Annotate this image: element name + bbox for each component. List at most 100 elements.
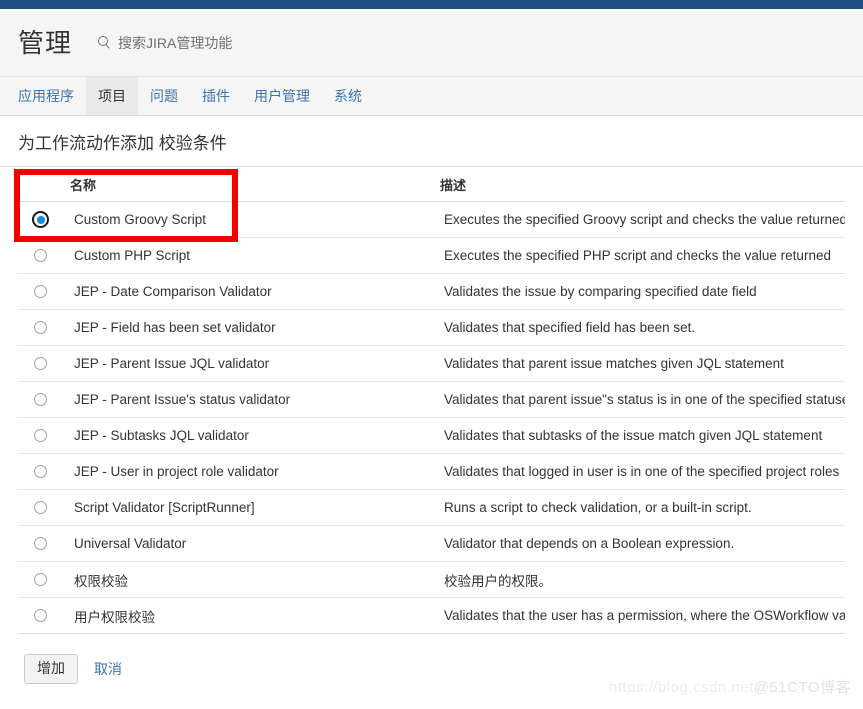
page-title: 为工作流动作添加 校验条件 (18, 134, 227, 153)
validator-radio-cell (18, 561, 70, 599)
validator-description: Validates that logged in user is in one … (444, 464, 840, 480)
table-header-row: 名称 描述 (18, 167, 845, 203)
validator-description: Validator that depends on a Boolean expr… (444, 536, 735, 552)
validator-description-cell: Executes the specified PHP script and ch… (440, 237, 845, 275)
validator-name: JEP - Date Comparison Validator (74, 284, 272, 300)
validators-table-body: Custom Groovy Script Executes the specifi… (18, 201, 845, 635)
validator-description-cell: Validates the issue by comparing specifi… (440, 273, 845, 311)
tab-addons[interactable]: 插件 (190, 77, 242, 115)
table-row[interactable]: JEP - Subtasks JQL validator Validates th… (18, 417, 845, 455)
page-title-section: 为工作流动作添加 校验条件 (0, 116, 863, 168)
validator-name-cell: Script Validator [ScriptRunner] (70, 489, 440, 527)
table-row[interactable]: 用户权限校验 Validates that the user has a perm… (18, 597, 845, 635)
validator-name: Universal Validator (74, 536, 187, 552)
validator-name-cell: 权限校验 (70, 561, 440, 599)
validator-radio-cell (18, 417, 70, 455)
validator-radio-cell (18, 597, 70, 635)
validator-description: Validates that subtasks of the issue mat… (444, 428, 823, 444)
validator-description: Validates that parent issue"s status is … (444, 392, 845, 408)
watermark-tag: @51CTO博客 (753, 679, 851, 696)
validator-name: 权限校验 (74, 573, 128, 589)
validator-description-cell: Runs a script to check validation, or a … (440, 489, 845, 527)
validator-name-cell: JEP - Field has been set validator (70, 309, 440, 347)
radio-icon[interactable] (34, 465, 47, 479)
tab-user-management[interactable]: 用户管理 (242, 77, 322, 115)
validator-radio-cell (18, 345, 70, 383)
validator-name: JEP - Field has been set validator (74, 320, 276, 336)
radio-icon[interactable] (34, 537, 47, 551)
validator-description-cell: Validates that parent issue matches give… (440, 345, 845, 383)
validator-name-cell: Custom PHP Script (70, 237, 440, 275)
add-button[interactable]: 增加 (24, 654, 78, 684)
validator-description-cell: Executes the specified Groovy script and… (440, 201, 845, 239)
validator-description-cell: Validates that subtasks of the issue mat… (440, 417, 845, 455)
validator-name: JEP - Parent Issue JQL validator (74, 356, 270, 372)
validator-radio-cell (18, 381, 70, 419)
validator-name: JEP - Parent Issue's status validator (74, 392, 291, 408)
validator-description: Validates that the user has a permission… (444, 608, 845, 624)
validator-radio-cell (18, 489, 70, 527)
validator-radio-cell (18, 453, 70, 491)
validator-name-cell: JEP - User in project role validator (70, 453, 440, 491)
admin-header: 管理 搜索JIRA管理功能 (0, 9, 863, 77)
tab-applications[interactable]: 应用程序 (6, 77, 86, 115)
validator-name: Script Validator [ScriptRunner] (74, 500, 255, 516)
search-icon (98, 36, 111, 49)
validator-description: Executes the specified Groovy script and… (444, 212, 845, 228)
validator-name-cell: JEP - Subtasks JQL validator (70, 417, 440, 455)
validator-name: JEP - User in project role validator (74, 464, 279, 480)
tab-projects[interactable]: 项目 (86, 77, 138, 115)
validator-description: 校验用户的权限。 (444, 573, 552, 589)
validator-name: Custom Groovy Script (74, 212, 207, 228)
watermark: https://blog.csdn.net@51CTO博客 (609, 676, 851, 697)
admin-nav-tabs: 应用程序 项目 问题 插件 用户管理 系统 (0, 77, 863, 116)
validator-name: JEP - Subtasks JQL validator (74, 428, 249, 444)
radio-icon[interactable] (34, 609, 47, 623)
radio-icon[interactable] (34, 573, 47, 587)
validator-name-cell: Universal Validator (70, 525, 440, 563)
validator-radio-cell (18, 237, 70, 275)
table-row[interactable]: JEP - Field has been set validator Valida… (18, 309, 845, 347)
validator-radio-cell (18, 201, 70, 239)
table-row[interactable]: Universal Validator Validator that depend… (18, 525, 845, 563)
table-row[interactable]: JEP - User in project role validator Vali… (18, 453, 845, 491)
radio-icon[interactable] (34, 249, 47, 263)
table-row[interactable]: 权限校验 校验用户的权限。 (18, 561, 845, 599)
table-row[interactable]: Script Validator [ScriptRunner] Runs a sc… (18, 489, 845, 527)
validator-description-cell: Validates that parent issue"s status is … (440, 381, 845, 419)
validators-table: 名称 描述 Custom Groovy Script Executes the s… (18, 167, 845, 635)
radio-icon[interactable] (34, 429, 47, 443)
validator-description-cell: Validator that depends on a Boolean expr… (440, 525, 845, 563)
page-heading-admin: 管理 (18, 27, 73, 58)
table-row[interactable]: JEP - Parent Issue JQL validator Validate… (18, 345, 845, 383)
top-accent-bar (0, 0, 863, 9)
validator-radio-cell (18, 525, 70, 563)
table-row[interactable]: JEP - Date Comparison Validator Validates… (18, 273, 845, 311)
radio-icon[interactable] (34, 393, 47, 407)
validator-name-cell: JEP - Date Comparison Validator (70, 273, 440, 311)
search-input[interactable]: 搜索JIRA管理功能 (118, 33, 232, 53)
table-row[interactable]: JEP - Parent Issue's status validator Val… (18, 381, 845, 419)
validator-name-cell: JEP - Parent Issue's status validator (70, 381, 440, 419)
validator-name-cell: JEP - Parent Issue JQL validator (70, 345, 440, 383)
validator-name: 用户权限校验 (74, 609, 155, 625)
validator-description-cell: Validates that specified field has been … (440, 309, 845, 347)
table-row[interactable]: Custom PHP Script Executes the specified … (18, 237, 845, 275)
tab-issues[interactable]: 问题 (138, 77, 190, 115)
table-row[interactable]: Custom Groovy Script Executes the specifi… (18, 201, 845, 239)
radio-icon[interactable] (34, 501, 47, 515)
validator-radio-cell (18, 273, 70, 311)
validator-name-cell: Custom Groovy Script (70, 201, 440, 239)
radio-icon[interactable] (34, 357, 47, 371)
validator-description-cell: Validates that the user has a permission… (440, 597, 845, 635)
admin-search[interactable]: 搜索JIRA管理功能 (98, 33, 232, 53)
tab-system[interactable]: 系统 (322, 77, 374, 115)
column-header-radio (18, 167, 70, 203)
validator-description: Validates that specified field has been … (444, 320, 696, 336)
column-header-description: 描述 (440, 167, 845, 203)
radio-icon[interactable] (34, 285, 47, 299)
column-header-name: 名称 (70, 167, 440, 203)
radio-icon[interactable] (34, 321, 47, 335)
radio-selected-icon[interactable] (32, 211, 49, 229)
cancel-link[interactable]: 取消 (94, 659, 122, 679)
